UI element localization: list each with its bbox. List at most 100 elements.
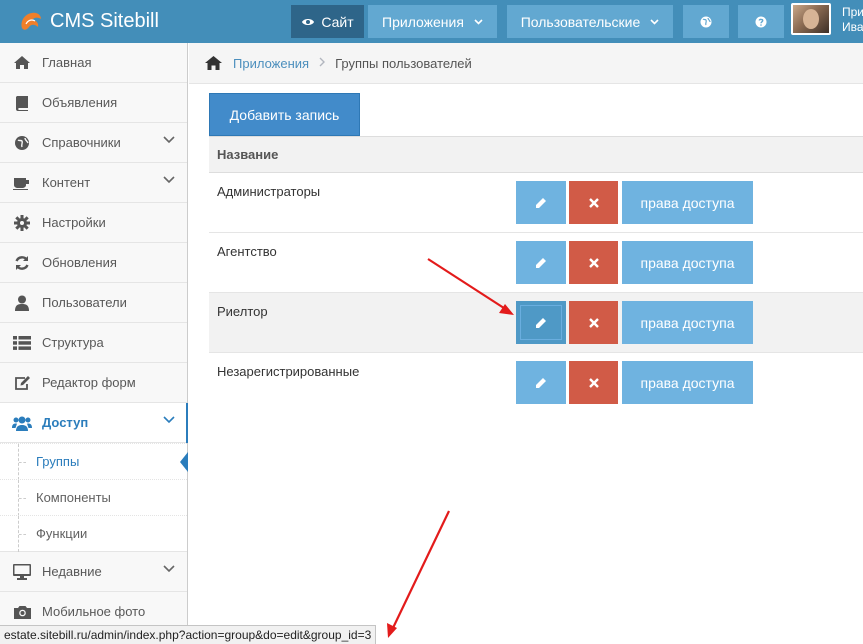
sidebar-item-label: Справочники [42,135,121,150]
edit-button[interactable] [516,181,566,224]
sidebar-item-main[interactable]: Главная [0,43,187,83]
table-row: Агентство права доступа [209,233,863,293]
table-header: Название [209,136,863,173]
edit-icon [11,375,33,391]
chevron-down-icon [163,565,175,573]
sidebar-item-label: Главная [42,55,92,70]
question-icon [755,16,767,27]
access-rights-button[interactable]: права доступа [622,301,753,344]
sidebar-item-references[interactable]: Справочники [0,123,187,163]
submenu-item-label: Группы [36,454,80,469]
delete-button[interactable] [569,241,618,284]
table-row: Риелтор права доступа [209,293,863,353]
user-greeting: При [842,5,863,19]
status-url: estate.sitebill.ru/admin/index.php?actio… [4,628,372,642]
user-name: Ива [842,20,863,34]
submenu-item-label: Функции [36,526,88,541]
sidebar-item-label: Настройки [42,215,106,230]
dragon-icon [21,12,41,30]
column-header-name[interactable]: Название [217,147,278,162]
browser-status-bar: estate.sitebill.ru/admin/index.php?actio… [0,625,377,644]
users-icon [11,415,33,431]
sidebar-item-label: Мобильное фото [42,604,146,619]
edit-button[interactable] [516,301,566,344]
delete-button[interactable] [569,301,618,344]
sidebar-item-label: Доступ [42,415,89,430]
sidebar-item-label: Контент [42,175,91,190]
refresh-icon [11,255,33,271]
access-rights-label: права доступа [640,254,735,271]
delete-button[interactable] [569,361,618,404]
submenu-item-groups[interactable]: Группы [0,443,188,480]
sidebar-item-settings[interactable]: Настройки [0,203,187,243]
sidebar: Главная Объявления Справочники Контент Н… [0,43,188,644]
row-name: Агентство [217,244,277,259]
breadcrumb: Приложения Группы пользователей [189,43,863,84]
chevron-right-icon [319,56,326,70]
add-record-button[interactable]: Добавить запись [209,93,360,136]
pencil-icon [536,197,546,208]
sidebar-item-users[interactable]: Пользователи [0,283,187,323]
access-rights-label: права доступа [640,374,735,391]
access-rights-label: права доступа [640,194,735,211]
desktop-icon [11,563,33,580]
eye-icon [302,18,315,25]
table-row: Незарегистрированные права доступа [209,353,863,413]
row-name: Незарегистрированные [217,364,360,379]
brand-logo[interactable]: CMS Sitebill [18,0,159,43]
row-name: Риелтор [217,304,268,319]
edit-button[interactable] [516,361,566,404]
user-icon [11,295,33,311]
chevron-down-icon [163,416,175,424]
globe-icon [11,135,33,151]
sidebar-item-label: Недавние [42,564,102,579]
edit-button[interactable] [516,241,566,284]
camera-icon [11,605,33,619]
delete-button[interactable] [569,181,618,224]
access-submenu: Группы Компоненты Функции [0,443,188,552]
access-rights-button[interactable]: права доступа [622,361,753,404]
submenu-item-functions[interactable]: Функции [0,515,187,552]
row-name: Администраторы [217,184,321,199]
user-menu-label: Пользовательские [520,13,641,30]
pencil-icon [536,257,546,268]
home-icon[interactable] [205,56,222,70]
pencil-icon [536,317,546,328]
site-button-label: Сайт [321,13,354,30]
submenu-item-label: Компоненты [36,490,111,505]
sidebar-item-form-editor[interactable]: Редактор форм [0,363,187,403]
chevron-down-icon [650,18,659,25]
sidebar-item-ads[interactable]: Объявления [0,83,187,123]
access-rights-label: права доступа [640,314,735,331]
sidebar-item-structure[interactable]: Структура [0,323,187,363]
globe-icon [700,16,712,27]
sidebar-item-access[interactable]: Доступ [0,403,188,443]
top-navbar: CMS Sitebill Сайт Приложения Пользовател… [0,0,863,43]
apps-menu-label: Приложения [382,13,464,30]
access-rights-button[interactable]: права доступа [622,241,753,284]
user-menu-button[interactable]: Пользовательские [507,5,673,38]
site-button[interactable]: Сайт [291,5,364,38]
sidebar-item-label: Пользователи [42,295,127,310]
access-rights-button[interactable]: права доступа [622,181,753,224]
user-info[interactable]: При Ива [842,5,863,35]
sidebar-item-label: Обновления [42,255,117,270]
help-button[interactable] [738,5,784,38]
language-button[interactable] [683,5,729,38]
breadcrumb-apps-link[interactable]: Приложения [233,56,309,71]
chevron-down-icon [163,136,175,144]
sidebar-item-label: Объявления [42,95,118,110]
sidebar-item-content[interactable]: Контент [0,163,187,203]
breadcrumb-current: Группы пользователей [335,55,472,71]
user-avatar[interactable] [791,3,831,35]
gear-icon [11,214,33,231]
sidebar-item-label: Структура [42,335,104,350]
active-caret-icon [180,452,188,472]
home-icon [11,55,33,70]
submenu-item-components[interactable]: Компоненты [0,479,187,516]
close-icon [588,377,599,388]
apps-menu-button[interactable]: Приложения [368,5,497,38]
coffee-icon [11,176,33,190]
sidebar-item-recent[interactable]: Недавние [0,552,187,592]
sidebar-item-updates[interactable]: Обновления [0,243,187,283]
